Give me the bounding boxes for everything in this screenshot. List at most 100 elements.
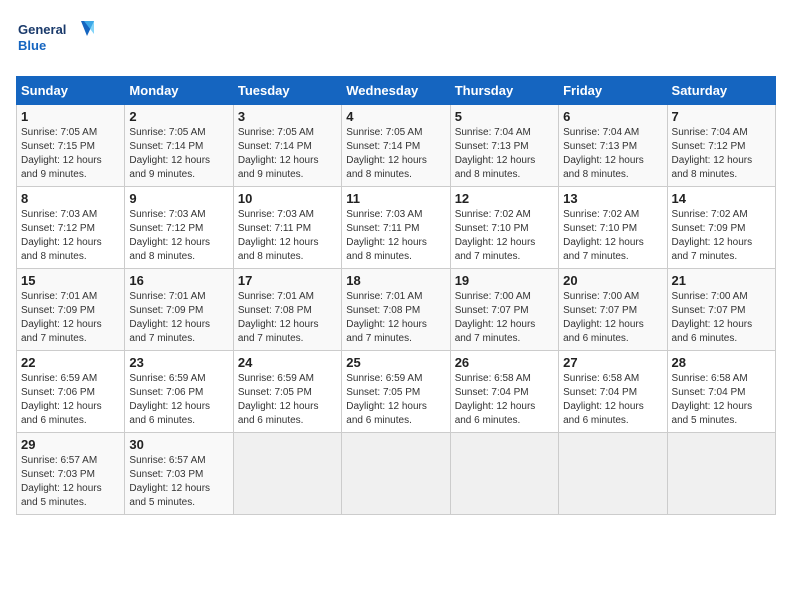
empty-cell [667,433,775,515]
day-number-23: 23 [129,355,228,370]
week-row-4: 29 Sunrise: 6:57 AM Sunset: 7:03 PM Dayl… [17,433,776,515]
empty-cell [342,433,450,515]
day-cell-22: 22 Sunrise: 6:59 AM Sunset: 7:06 PM Dayl… [17,351,125,433]
col-thursday: Thursday [450,77,558,105]
empty-cell [450,433,558,515]
day-info-21: Sunrise: 7:00 AM Sunset: 7:07 PM Dayligh… [672,290,771,346]
general-blue-logo: General Blue [16,16,96,66]
day-info-20: Sunrise: 7:00 AM Sunset: 7:07 PM Dayligh… [563,290,662,346]
day-number-19: 19 [455,273,554,288]
day-number-24: 24 [238,355,337,370]
day-cell-5: 5 Sunrise: 7:04 AM Sunset: 7:13 PM Dayli… [450,105,558,187]
day-cell-4: 4 Sunrise: 7:05 AM Sunset: 7:14 PM Dayli… [342,105,450,187]
day-number-15: 15 [21,273,120,288]
day-number-11: 11 [346,191,445,206]
calendar-body: 1 Sunrise: 7:05 AM Sunset: 7:15 PM Dayli… [17,105,776,515]
col-friday: Friday [559,77,667,105]
day-cell-24: 24 Sunrise: 6:59 AM Sunset: 7:05 PM Dayl… [233,351,341,433]
day-cell-21: 21 Sunrise: 7:00 AM Sunset: 7:07 PM Dayl… [667,269,775,351]
day-number-1: 1 [21,109,120,124]
day-cell-26: 26 Sunrise: 6:58 AM Sunset: 7:04 PM Dayl… [450,351,558,433]
empty-cell [233,433,341,515]
day-info-18: Sunrise: 7:01 AM Sunset: 7:08 PM Dayligh… [346,290,445,346]
day-info-14: Sunrise: 7:02 AM Sunset: 7:09 PM Dayligh… [672,208,771,264]
day-cell-2: 2 Sunrise: 7:05 AM Sunset: 7:14 PM Dayli… [125,105,233,187]
day-number-9: 9 [129,191,228,206]
week-row-3: 22 Sunrise: 6:59 AM Sunset: 7:06 PM Dayl… [17,351,776,433]
day-number-30: 30 [129,437,228,452]
day-cell-27: 27 Sunrise: 6:58 AM Sunset: 7:04 PM Dayl… [559,351,667,433]
svg-text:General: General [18,22,66,37]
day-number-29: 29 [21,437,120,452]
day-cell-3: 3 Sunrise: 7:05 AM Sunset: 7:14 PM Dayli… [233,105,341,187]
calendar-table: Sunday Monday Tuesday Wednesday Thursday… [16,76,776,515]
day-info-9: Sunrise: 7:03 AM Sunset: 7:12 PM Dayligh… [129,208,228,264]
page-header: General Blue [16,16,776,66]
day-info-2: Sunrise: 7:05 AM Sunset: 7:14 PM Dayligh… [129,126,228,182]
day-number-14: 14 [672,191,771,206]
day-cell-7: 7 Sunrise: 7:04 AM Sunset: 7:12 PM Dayli… [667,105,775,187]
header-row: Sunday Monday Tuesday Wednesday Thursday… [17,77,776,105]
day-info-27: Sunrise: 6:58 AM Sunset: 7:04 PM Dayligh… [563,372,662,428]
day-info-15: Sunrise: 7:01 AM Sunset: 7:09 PM Dayligh… [21,290,120,346]
day-number-18: 18 [346,273,445,288]
day-number-5: 5 [455,109,554,124]
day-cell-10: 10 Sunrise: 7:03 AM Sunset: 7:11 PM Dayl… [233,187,341,269]
day-number-22: 22 [21,355,120,370]
day-cell-15: 15 Sunrise: 7:01 AM Sunset: 7:09 PM Dayl… [17,269,125,351]
day-cell-6: 6 Sunrise: 7:04 AM Sunset: 7:13 PM Dayli… [559,105,667,187]
day-info-24: Sunrise: 6:59 AM Sunset: 7:05 PM Dayligh… [238,372,337,428]
col-sunday: Sunday [17,77,125,105]
week-row-0: 1 Sunrise: 7:05 AM Sunset: 7:15 PM Dayli… [17,105,776,187]
day-number-17: 17 [238,273,337,288]
day-number-28: 28 [672,355,771,370]
day-info-12: Sunrise: 7:02 AM Sunset: 7:10 PM Dayligh… [455,208,554,264]
col-tuesday: Tuesday [233,77,341,105]
day-number-2: 2 [129,109,228,124]
day-cell-9: 9 Sunrise: 7:03 AM Sunset: 7:12 PM Dayli… [125,187,233,269]
empty-cell [559,433,667,515]
day-cell-11: 11 Sunrise: 7:03 AM Sunset: 7:11 PM Dayl… [342,187,450,269]
day-number-27: 27 [563,355,662,370]
day-cell-13: 13 Sunrise: 7:02 AM Sunset: 7:10 PM Dayl… [559,187,667,269]
day-info-19: Sunrise: 7:00 AM Sunset: 7:07 PM Dayligh… [455,290,554,346]
day-info-5: Sunrise: 7:04 AM Sunset: 7:13 PM Dayligh… [455,126,554,182]
day-cell-29: 29 Sunrise: 6:57 AM Sunset: 7:03 PM Dayl… [17,433,125,515]
day-info-22: Sunrise: 6:59 AM Sunset: 7:06 PM Dayligh… [21,372,120,428]
week-row-2: 15 Sunrise: 7:01 AM Sunset: 7:09 PM Dayl… [17,269,776,351]
day-cell-19: 19 Sunrise: 7:00 AM Sunset: 7:07 PM Dayl… [450,269,558,351]
day-cell-1: 1 Sunrise: 7:05 AM Sunset: 7:15 PM Dayli… [17,105,125,187]
day-number-8: 8 [21,191,120,206]
day-info-10: Sunrise: 7:03 AM Sunset: 7:11 PM Dayligh… [238,208,337,264]
day-info-29: Sunrise: 6:57 AM Sunset: 7:03 PM Dayligh… [21,454,120,510]
day-cell-16: 16 Sunrise: 7:01 AM Sunset: 7:09 PM Dayl… [125,269,233,351]
day-info-23: Sunrise: 6:59 AM Sunset: 7:06 PM Dayligh… [129,372,228,428]
day-cell-23: 23 Sunrise: 6:59 AM Sunset: 7:06 PM Dayl… [125,351,233,433]
day-info-26: Sunrise: 6:58 AM Sunset: 7:04 PM Dayligh… [455,372,554,428]
day-number-13: 13 [563,191,662,206]
day-number-21: 21 [672,273,771,288]
day-number-10: 10 [238,191,337,206]
day-info-17: Sunrise: 7:01 AM Sunset: 7:08 PM Dayligh… [238,290,337,346]
day-info-7: Sunrise: 7:04 AM Sunset: 7:12 PM Dayligh… [672,126,771,182]
day-cell-14: 14 Sunrise: 7:02 AM Sunset: 7:09 PM Dayl… [667,187,775,269]
col-wednesday: Wednesday [342,77,450,105]
day-number-7: 7 [672,109,771,124]
col-monday: Monday [125,77,233,105]
day-number-12: 12 [455,191,554,206]
day-number-4: 4 [346,109,445,124]
day-info-13: Sunrise: 7:02 AM Sunset: 7:10 PM Dayligh… [563,208,662,264]
day-info-28: Sunrise: 6:58 AM Sunset: 7:04 PM Dayligh… [672,372,771,428]
day-info-30: Sunrise: 6:57 AM Sunset: 7:03 PM Dayligh… [129,454,228,510]
day-info-8: Sunrise: 7:03 AM Sunset: 7:12 PM Dayligh… [21,208,120,264]
day-info-16: Sunrise: 7:01 AM Sunset: 7:09 PM Dayligh… [129,290,228,346]
svg-text:Blue: Blue [18,38,46,53]
day-number-20: 20 [563,273,662,288]
day-info-1: Sunrise: 7:05 AM Sunset: 7:15 PM Dayligh… [21,126,120,182]
week-row-1: 8 Sunrise: 7:03 AM Sunset: 7:12 PM Dayli… [17,187,776,269]
day-number-16: 16 [129,273,228,288]
day-info-11: Sunrise: 7:03 AM Sunset: 7:11 PM Dayligh… [346,208,445,264]
day-cell-8: 8 Sunrise: 7:03 AM Sunset: 7:12 PM Dayli… [17,187,125,269]
day-number-26: 26 [455,355,554,370]
day-cell-12: 12 Sunrise: 7:02 AM Sunset: 7:10 PM Dayl… [450,187,558,269]
